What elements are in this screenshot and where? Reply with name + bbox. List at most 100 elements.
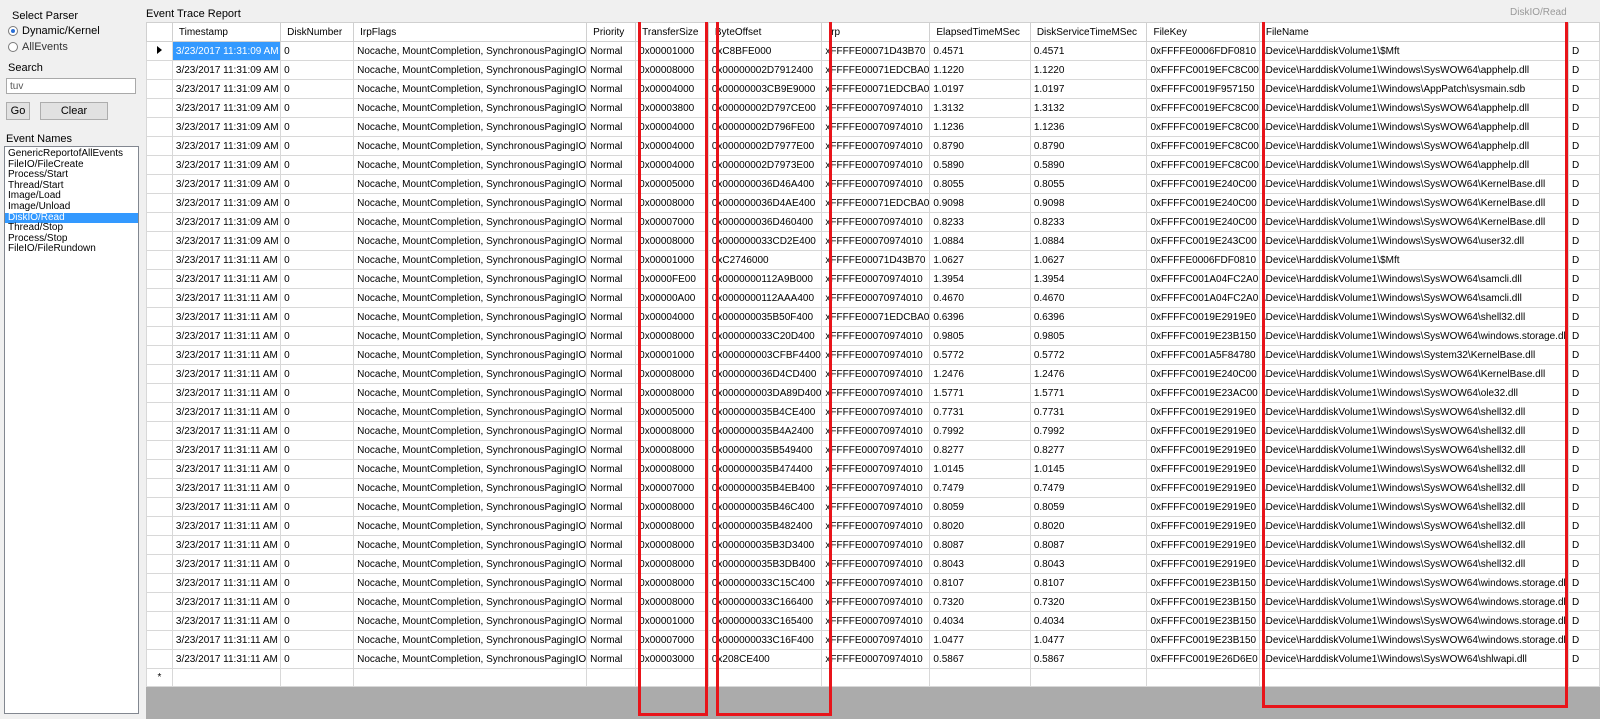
table-row[interactable]: 3/23/2017 11:31:11 AM 0 Nocache, MountComp… — [146, 497, 1600, 517]
cell-irp[interactable]: xFFFFE00070974010 — [821, 364, 931, 384]
cell-transfersize[interactable]: 0x00001000 — [635, 345, 709, 365]
cell-filename[interactable]: \Device\HarddiskVolume1\Windows\SysWOW64… — [1258, 326, 1569, 346]
cell-empty[interactable] — [353, 668, 588, 687]
cell-priority[interactable]: Normal — [586, 79, 637, 99]
row-header[interactable] — [146, 326, 173, 346]
cell-timestamp[interactable]: 3/23/2017 11:31:11 AM — [171, 250, 282, 270]
row-header[interactable] — [146, 421, 173, 441]
cell-irpflags[interactable]: Nocache, MountCompletion, SynchronousPag… — [353, 136, 588, 156]
cell-diskservicetime[interactable]: 0.7320 — [1029, 592, 1148, 612]
cell-filename[interactable]: \Device\HarddiskVolume1\Windows\SysWOW64… — [1258, 117, 1569, 137]
cell-priority[interactable]: Normal — [586, 41, 637, 61]
cell-elapsedtime[interactable]: 0.7992 — [929, 421, 1031, 441]
cell-byteoffset[interactable]: 0x000000035B46C400 — [707, 497, 823, 517]
cell-priority[interactable]: Normal — [586, 573, 637, 593]
row-header[interactable] — [146, 649, 173, 669]
cell-irp[interactable]: xFFFFE00071EDCBA0 — [821, 193, 931, 213]
cell-priority[interactable]: Normal — [586, 497, 637, 517]
cell-disknumber[interactable]: 0 — [280, 611, 355, 631]
cell-filekey[interactable]: 0xFFFFC0019E2919E0 — [1146, 402, 1260, 422]
cell-filekey[interactable]: 0xFFFFC0019E2919E0 — [1146, 478, 1260, 498]
clear-button[interactable]: Clear — [40, 102, 108, 120]
cell-filekey[interactable]: 0xFFFFC0019E23AC00 — [1146, 383, 1260, 403]
cell-diskservicetime[interactable]: 0.9805 — [1029, 326, 1148, 346]
cell-filename[interactable]: \Device\HarddiskVolume1\Windows\SysWOW64… — [1258, 421, 1569, 441]
row-header[interactable] — [146, 136, 173, 156]
cell-transfersize[interactable]: 0x00005000 — [635, 174, 709, 194]
row-header[interactable] — [146, 402, 173, 422]
cell-byteoffset[interactable]: 0x000000035B50F400 — [707, 307, 823, 327]
column-header-filename[interactable]: FileName — [1258, 22, 1569, 42]
cell-irp[interactable]: xFFFFE00070974010 — [821, 212, 931, 232]
cell-byteoffset[interactable]: 0x00000002D7912400 — [707, 60, 823, 80]
cell-irp[interactable]: xFFFFE00071D43B70 — [821, 250, 931, 270]
cell-irpflags[interactable]: Nocache, MountCompletion, SynchronousPag… — [353, 478, 588, 498]
cell-irpflags[interactable]: Nocache, MountCompletion, SynchronousPag… — [353, 573, 588, 593]
cell-byteoffset[interactable]: 0x000000033C165400 — [707, 611, 823, 631]
cell-diskservicetime[interactable]: 0.8790 — [1029, 136, 1148, 156]
cell-filekey[interactable]: 0xFFFFC0019EFC8C00 — [1146, 117, 1260, 137]
cell-elapsedtime[interactable]: 1.0627 — [929, 250, 1031, 270]
row-header[interactable] — [146, 535, 173, 555]
cell-filename[interactable]: \Device\HarddiskVolume1\Windows\SysWOW64… — [1258, 630, 1569, 650]
cell-priority[interactable]: Normal — [586, 345, 637, 365]
cell-diskservicetime[interactable]: 0.8020 — [1029, 516, 1148, 536]
cell-diskservicetime[interactable]: 0.5890 — [1029, 155, 1148, 175]
cell-filekey[interactable]: 0xFFFFC0019E23B150 — [1146, 326, 1260, 346]
cell-byteoffset[interactable]: 0x0000000112AAA400 — [707, 288, 823, 308]
cell-transfersize[interactable]: 0x00004000 — [635, 117, 709, 137]
cell-elapsedtime[interactable]: 0.6396 — [929, 307, 1031, 327]
cell-filekey[interactable]: 0xFFFFC0019EFC8C00 — [1146, 155, 1260, 175]
cell-elapsedtime[interactable]: 0.5890 — [929, 155, 1031, 175]
cell-extra[interactable]: D — [1567, 98, 1600, 118]
cell-disknumber[interactable]: 0 — [280, 98, 355, 118]
cell-byteoffset[interactable]: 0x000000033C15C400 — [707, 573, 823, 593]
cell-disknumber[interactable]: 0 — [280, 402, 355, 422]
column-header-irpflags[interactable]: IrpFlags — [353, 22, 588, 42]
cell-disknumber[interactable]: 0 — [280, 592, 355, 612]
cell-diskservicetime[interactable]: 0.4034 — [1029, 611, 1148, 631]
cell-irp[interactable]: xFFFFE00070974010 — [821, 345, 931, 365]
cell-extra[interactable]: D — [1567, 231, 1600, 251]
column-header-byteoffset[interactable]: ByteOffset — [707, 22, 823, 42]
cell-diskservicetime[interactable]: 0.7731 — [1029, 402, 1148, 422]
cell-filename[interactable]: \Device\HarddiskVolume1\Windows\SysWOW64… — [1258, 478, 1569, 498]
cell-diskservicetime[interactable]: 0.8277 — [1029, 440, 1148, 460]
cell-irpflags[interactable]: Nocache, MountCompletion, SynchronousPag… — [353, 250, 588, 270]
cell-irpflags[interactable]: Nocache, MountCompletion, SynchronousPag… — [353, 307, 588, 327]
cell-priority[interactable]: Normal — [586, 421, 637, 441]
cell-irp[interactable]: xFFFFE00070974010 — [821, 478, 931, 498]
cell-disknumber[interactable]: 0 — [280, 364, 355, 384]
cell-irp[interactable]: xFFFFE00071EDCBA0 — [821, 60, 931, 80]
cell-irp[interactable]: xFFFFE00070974010 — [821, 592, 931, 612]
cell-diskservicetime[interactable]: 1.0197 — [1029, 79, 1148, 99]
table-row[interactable]: 3/23/2017 11:31:09 AM 0 Nocache, MountComp… — [146, 136, 1600, 156]
cell-byteoffset[interactable]: 0x000000035B549400 — [707, 440, 823, 460]
cell-transfersize[interactable]: 0x00001000 — [635, 250, 709, 270]
table-row[interactable]: 3/23/2017 11:31:11 AM 0 Nocache, MountComp… — [146, 611, 1600, 631]
cell-disknumber[interactable]: 0 — [280, 174, 355, 194]
cell-diskservicetime[interactable]: 1.0477 — [1029, 630, 1148, 650]
cell-elapsedtime[interactable]: 0.9098 — [929, 193, 1031, 213]
cell-elapsedtime[interactable]: 0.8059 — [929, 497, 1031, 517]
table-row[interactable]: 3/23/2017 11:31:11 AM 0 Nocache, MountComp… — [146, 364, 1600, 384]
cell-filekey[interactable]: 0xFFFFC0019E2919E0 — [1146, 421, 1260, 441]
cell-priority[interactable]: Normal — [586, 440, 637, 460]
cell-empty[interactable] — [1146, 668, 1260, 687]
cell-disknumber[interactable]: 0 — [280, 231, 355, 251]
cell-disknumber[interactable]: 0 — [280, 155, 355, 175]
cell-priority[interactable]: Normal — [586, 117, 637, 137]
cell-transfersize[interactable]: 0x00008000 — [635, 554, 709, 574]
cell-byteoffset[interactable]: 0x208CE400 — [707, 649, 823, 669]
table-row[interactable]: 3/23/2017 11:31:09 AM 0 Nocache, MountComp… — [146, 174, 1600, 194]
cell-irp[interactable]: xFFFFE00070974010 — [821, 98, 931, 118]
cell-filename[interactable]: \Device\HarddiskVolume1\Windows\SysWOW64… — [1258, 288, 1569, 308]
cell-filekey[interactable]: 0xFFFFC001A04FC2A0 — [1146, 269, 1260, 289]
cell-diskservicetime[interactable]: 0.5772 — [1029, 345, 1148, 365]
cell-disknumber[interactable]: 0 — [280, 193, 355, 213]
table-row[interactable]: 3/23/2017 11:31:11 AM 0 Nocache, MountComp… — [146, 250, 1600, 270]
cell-priority[interactable]: Normal — [586, 307, 637, 327]
cell-timestamp[interactable]: 3/23/2017 11:31:09 AM — [171, 79, 282, 99]
cell-timestamp[interactable]: 3/23/2017 11:31:11 AM — [171, 459, 282, 479]
table-row[interactable]: 3/23/2017 11:31:11 AM 0 Nocache, MountComp… — [146, 554, 1600, 574]
